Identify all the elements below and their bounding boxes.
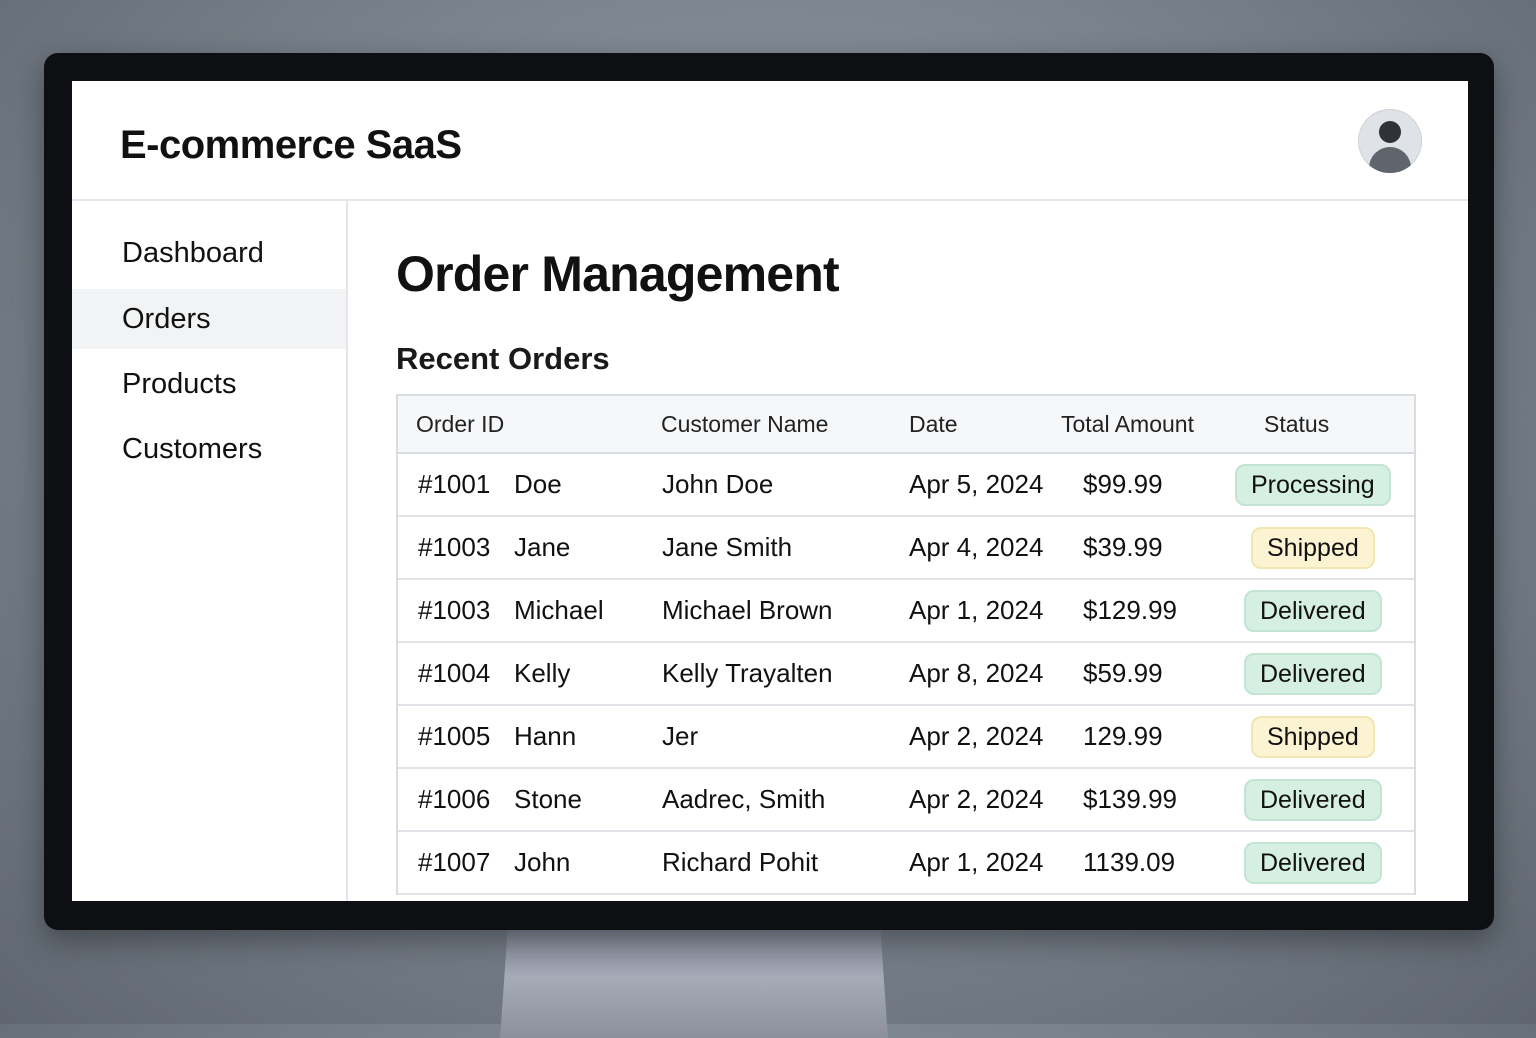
sidebar-item-customers[interactable]: Customers <box>72 419 346 479</box>
status-badge: Processing <box>1235 464 1391 506</box>
table-row[interactable]: #1003 Michael Michael Brown Apr 1, 2024 $129… <box>398 580 1414 643</box>
total-amount-cell: $139.99 <box>1083 784 1177 814</box>
sidebar: Dashboard Orders Products Customers <box>72 201 348 901</box>
avatar-shoulders-shape <box>1369 147 1411 173</box>
total-amount-cell: $59.99 <box>1083 658 1163 688</box>
table-row[interactable]: #1007 John Richard Pohit Apr 1, 2024 1139.09… <box>398 832 1414 895</box>
customer-name-cell: Jane Smith <box>662 532 793 562</box>
customer-name-cell: Kelly Trayalten <box>662 658 833 688</box>
date-cell: Apr 1, 2024 <box>909 847 1044 877</box>
order-id-cell: #1007 <box>418 847 491 877</box>
monitor-stand <box>500 928 888 1038</box>
customer-short-cell: Doe <box>514 469 562 499</box>
date-cell: Apr 1, 2024 <box>909 595 1044 625</box>
column-header-date[interactable]: Date <box>909 396 958 452</box>
status-badge: Delivered <box>1244 590 1382 632</box>
customer-name-cell: Aadrec, Smith <box>662 784 826 814</box>
total-amount-cell: $129.99 <box>1083 595 1177 625</box>
date-cell: Apr 4, 2024 <box>909 532 1044 562</box>
customer-short-cell: John <box>514 847 571 877</box>
customer-short-cell: Stone <box>514 784 582 814</box>
order-id-cell: #1006 <box>418 784 491 814</box>
status-badge: Shipped <box>1251 527 1375 569</box>
column-header-total-amount[interactable]: Total Amount <box>1061 396 1194 452</box>
date-cell: Apr 8, 2024 <box>909 658 1044 688</box>
column-header-order-id[interactable]: Order ID <box>416 396 504 452</box>
page-title: Order Management <box>396 246 840 302</box>
status-badge: Delivered <box>1244 779 1382 821</box>
customer-name-cell: Michael Brown <box>662 595 833 625</box>
avatar-head-shape <box>1379 121 1401 143</box>
total-amount-cell: $39.99 <box>1083 532 1163 562</box>
table-header: Order ID Customer Name Date Total Amount… <box>398 396 1414 454</box>
date-cell: Apr 2, 2024 <box>909 784 1044 814</box>
date-cell: Apr 5, 2024 <box>909 469 1044 499</box>
status-badge: Shipped <box>1251 716 1375 758</box>
order-id-cell: #1004 <box>418 658 491 688</box>
order-id-cell: #1005 <box>418 721 491 751</box>
table-row[interactable]: #1003 Jane Jane Smith Apr 4, 2024 $39.99 Ship… <box>398 517 1414 580</box>
user-avatar-icon[interactable] <box>1358 109 1422 173</box>
date-cell: Apr 2, 2024 <box>909 721 1044 751</box>
order-id-cell: #1001 <box>418 469 491 499</box>
customer-short-cell: Hann <box>514 721 577 751</box>
main-content: Order Management Recent Orders Order ID … <box>348 201 1468 901</box>
customer-name-cell: Richard Pohit <box>662 847 819 877</box>
table-row[interactable]: #1004 Kelly Kelly Trayalten Apr 8, 2024 $59.… <box>398 643 1414 706</box>
status-badge: Delivered <box>1244 653 1382 695</box>
customer-name-cell: Jer <box>662 721 699 751</box>
sidebar-item-dashboard[interactable]: Dashboard <box>72 223 346 283</box>
app-window: E-commerce SaaS Dashboard Orders Product… <box>72 81 1468 901</box>
table-row[interactable]: #1005 Hann Jer Apr 2, 2024 129.99 Shipped <box>398 706 1414 769</box>
sidebar-item-orders[interactable]: Orders <box>72 289 346 349</box>
section-title: Recent Orders <box>396 341 610 376</box>
total-amount-cell: 129.99 <box>1083 721 1163 751</box>
sidebar-item-products[interactable]: Products <box>72 354 346 414</box>
monitor-bezel: E-commerce SaaS Dashboard Orders Product… <box>44 53 1494 930</box>
table-row[interactable]: #1001 Doe John Doe Apr 5, 2024 $99.99 Process… <box>398 454 1414 517</box>
order-id-cell: #1003 <box>418 532 491 562</box>
customer-short-cell: Michael <box>514 595 604 625</box>
top-bar: E-commerce SaaS <box>72 81 1468 201</box>
customer-short-cell: Jane <box>514 532 571 562</box>
customer-name-cell: John Doe <box>662 469 774 499</box>
total-amount-cell: 1139.09 <box>1083 847 1176 877</box>
total-amount-cell: $99.99 <box>1083 469 1163 499</box>
column-header-customer-name[interactable]: Customer Name <box>661 396 828 452</box>
status-badge: Delivered <box>1244 842 1382 884</box>
column-header-status[interactable]: Status <box>1264 396 1329 452</box>
orders-table: Order ID Customer Name Date Total Amount… <box>396 394 1416 895</box>
table-row[interactable]: #1006 Stone Aadrec, Smith Apr 2, 2024 $139.9… <box>398 769 1414 832</box>
app-title: E-commerce SaaS <box>120 123 462 167</box>
table-body: #1001 Doe John Doe Apr 5, 2024 $99.99 Process… <box>398 454 1414 895</box>
order-id-cell: #1003 <box>418 595 491 625</box>
customer-short-cell: Kelly <box>514 658 571 688</box>
